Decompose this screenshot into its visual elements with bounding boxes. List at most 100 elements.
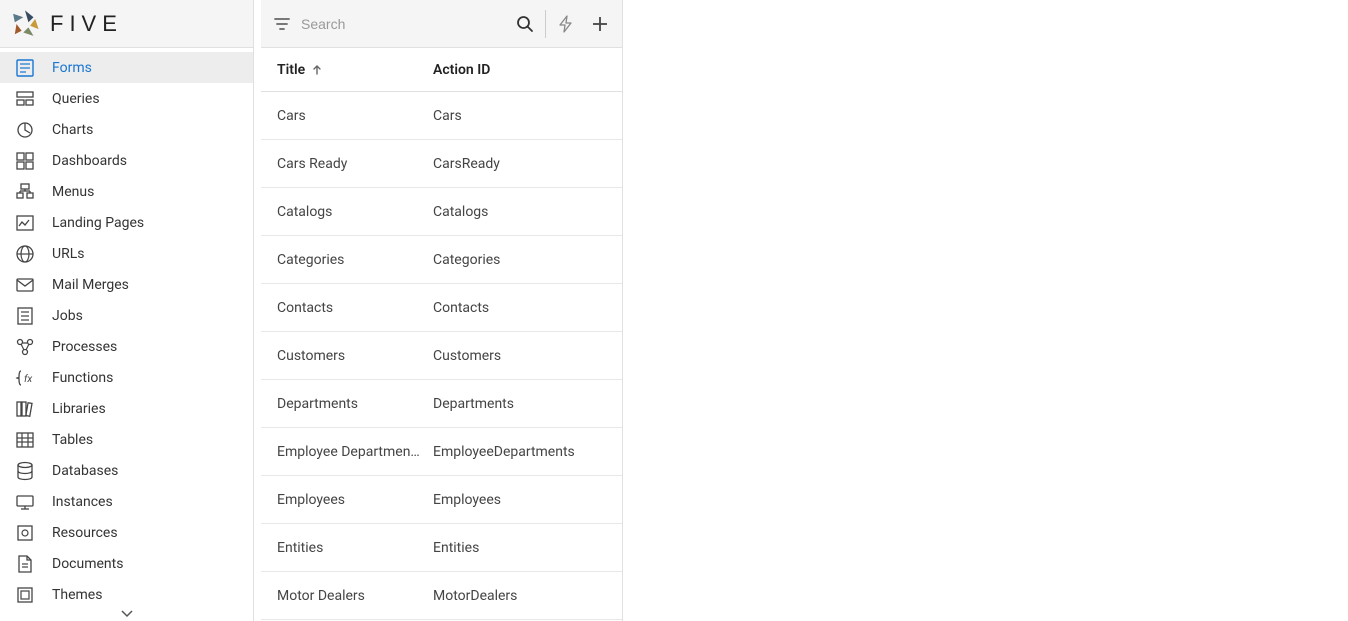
- sidebar-item-label: Menus: [52, 184, 94, 200]
- sidebar-item-menus[interactable]: Menus: [0, 176, 253, 207]
- table-row[interactable]: Cars ReadyCarsReady: [261, 140, 622, 188]
- table-row[interactable]: CarsCars: [261, 92, 622, 140]
- sidebar-item-databases[interactable]: Databases: [0, 455, 253, 486]
- table-container[interactable]: Title Action ID CarsCarsCars ReadyCarsRe…: [261, 48, 622, 621]
- toolbar: [261, 0, 622, 48]
- sidebar-item-label: Jobs: [52, 308, 83, 324]
- sidebar-item-label: Tables: [52, 432, 93, 448]
- app-name: FIVE: [50, 11, 123, 37]
- cell-title: Entities: [261, 540, 433, 556]
- nav-list: Forms Queries Charts Dashboards Menus Landing…: [0, 48, 253, 607]
- cell-action-id: CarsReady: [433, 156, 622, 172]
- sidebar: FIVE Forms Queries Charts Dashboards Menus La…: [0, 0, 254, 621]
- cell-title: Cars Ready: [261, 156, 433, 172]
- cell-action-id: Catalogs: [433, 204, 622, 220]
- themes-icon: [12, 584, 38, 606]
- table-row[interactable]: Employee Departmen…EmployeeDepartments: [261, 428, 622, 476]
- table-header: Title Action ID: [261, 48, 622, 92]
- add-icon[interactable]: [590, 14, 610, 34]
- tables-icon: [12, 429, 38, 451]
- table-row[interactable]: Motor DealersMotorDealers: [261, 572, 622, 620]
- charts-icon: [12, 119, 38, 141]
- databases-icon: [12, 460, 38, 482]
- sidebar-item-forms[interactable]: Forms: [0, 52, 253, 83]
- cell-title: Customers: [261, 348, 433, 364]
- toolbar-divider: [545, 10, 546, 38]
- column-action-header[interactable]: Action ID: [433, 62, 622, 78]
- cell-title: Departments: [261, 396, 433, 412]
- sidebar-item-libraries[interactable]: Libraries: [0, 393, 253, 424]
- forms-icon: [12, 57, 38, 79]
- documents-icon: [12, 553, 38, 575]
- sidebar-item-dashboards[interactable]: Dashboards: [0, 145, 253, 176]
- sidebar-item-mail-merges[interactable]: Mail Merges: [0, 269, 253, 300]
- sidebar-item-label: URLs: [52, 246, 84, 262]
- processes-icon: [12, 336, 38, 358]
- cell-action-id: Departments: [433, 396, 622, 412]
- column-title-header[interactable]: Title: [261, 62, 433, 78]
- sidebar-item-label: Instances: [52, 494, 113, 510]
- sidebar-item-label: Databases: [52, 463, 118, 479]
- sidebar-item-label: Processes: [52, 339, 117, 355]
- filter-icon[interactable]: [273, 15, 291, 33]
- mail-merges-icon: [12, 274, 38, 296]
- cell-action-id: EmployeeDepartments: [433, 444, 622, 460]
- sidebar-item-label: Resources: [52, 525, 118, 541]
- urls-icon: [12, 243, 38, 265]
- cell-action-id: Cars: [433, 108, 622, 124]
- table-row[interactable]: ContactsContacts: [261, 284, 622, 332]
- table-row[interactable]: CatalogsCatalogs: [261, 188, 622, 236]
- table-row[interactable]: DepartmentsDepartments: [261, 380, 622, 428]
- sidebar-item-functions[interactable]: fx Functions: [0, 362, 253, 393]
- resources-icon: [12, 522, 38, 544]
- sidebar-item-label: Libraries: [52, 401, 106, 417]
- sidebar-item-label: Mail Merges: [52, 277, 129, 293]
- sidebar-item-label: Functions: [52, 370, 113, 386]
- cell-title: Catalogs: [261, 204, 433, 220]
- cell-title: Motor Dealers: [261, 588, 433, 604]
- sidebar-item-label: Forms: [52, 60, 92, 76]
- table-row[interactable]: EmployeesEmployees: [261, 476, 622, 524]
- sidebar-item-label: Themes: [52, 587, 102, 603]
- sidebar-item-processes[interactable]: Processes: [0, 331, 253, 362]
- instances-icon: [12, 491, 38, 513]
- sidebar-item-jobs[interactable]: Jobs: [0, 300, 253, 331]
- cell-action-id: Categories: [433, 252, 622, 268]
- expand-chevron-icon[interactable]: [0, 607, 253, 621]
- jobs-icon: [12, 305, 38, 327]
- table-row[interactable]: EntitiesEntities: [261, 524, 622, 572]
- cell-action-id: Entities: [433, 540, 622, 556]
- libraries-icon: [12, 398, 38, 420]
- sidebar-item-instances[interactable]: Instances: [0, 486, 253, 517]
- sidebar-item-label: Queries: [52, 91, 100, 107]
- search-input[interactable]: [301, 16, 509, 32]
- sidebar-item-urls[interactable]: URLs: [0, 238, 253, 269]
- sidebar-item-documents[interactable]: Documents: [0, 548, 253, 579]
- search-icon[interactable]: [515, 14, 535, 34]
- cell-title: Categories: [261, 252, 433, 268]
- sidebar-item-label: Charts: [52, 122, 93, 138]
- functions-icon: fx: [12, 367, 38, 389]
- cell-action-id: Customers: [433, 348, 622, 364]
- table-row[interactable]: CustomersCustomers: [261, 332, 622, 380]
- sidebar-item-themes[interactable]: Themes: [0, 579, 253, 607]
- sidebar-item-label: Landing Pages: [52, 215, 144, 231]
- table-body: CarsCarsCars ReadyCarsReadyCatalogsCatal…: [261, 92, 622, 620]
- sidebar-item-charts[interactable]: Charts: [0, 114, 253, 145]
- table-row[interactable]: CategoriesCategories: [261, 236, 622, 284]
- sidebar-item-queries[interactable]: Queries: [0, 83, 253, 114]
- cell-title: Cars: [261, 108, 433, 124]
- dashboards-icon: [12, 150, 38, 172]
- main-panel: Title Action ID CarsCarsCars ReadyCarsRe…: [261, 0, 623, 621]
- queries-icon: [12, 88, 38, 110]
- sidebar-item-landing-pages[interactable]: Landing Pages: [0, 207, 253, 238]
- cell-title: Employees: [261, 492, 433, 508]
- sidebar-item-resources[interactable]: Resources: [0, 517, 253, 548]
- five-logo-icon: [8, 7, 42, 41]
- sidebar-item-label: Documents: [52, 556, 123, 572]
- sidebar-item-tables[interactable]: Tables: [0, 424, 253, 455]
- sort-asc-icon: [311, 64, 323, 76]
- cell-action-id: Employees: [433, 492, 622, 508]
- run-icon[interactable]: [556, 14, 576, 34]
- svg-text:fx: fx: [24, 373, 32, 385]
